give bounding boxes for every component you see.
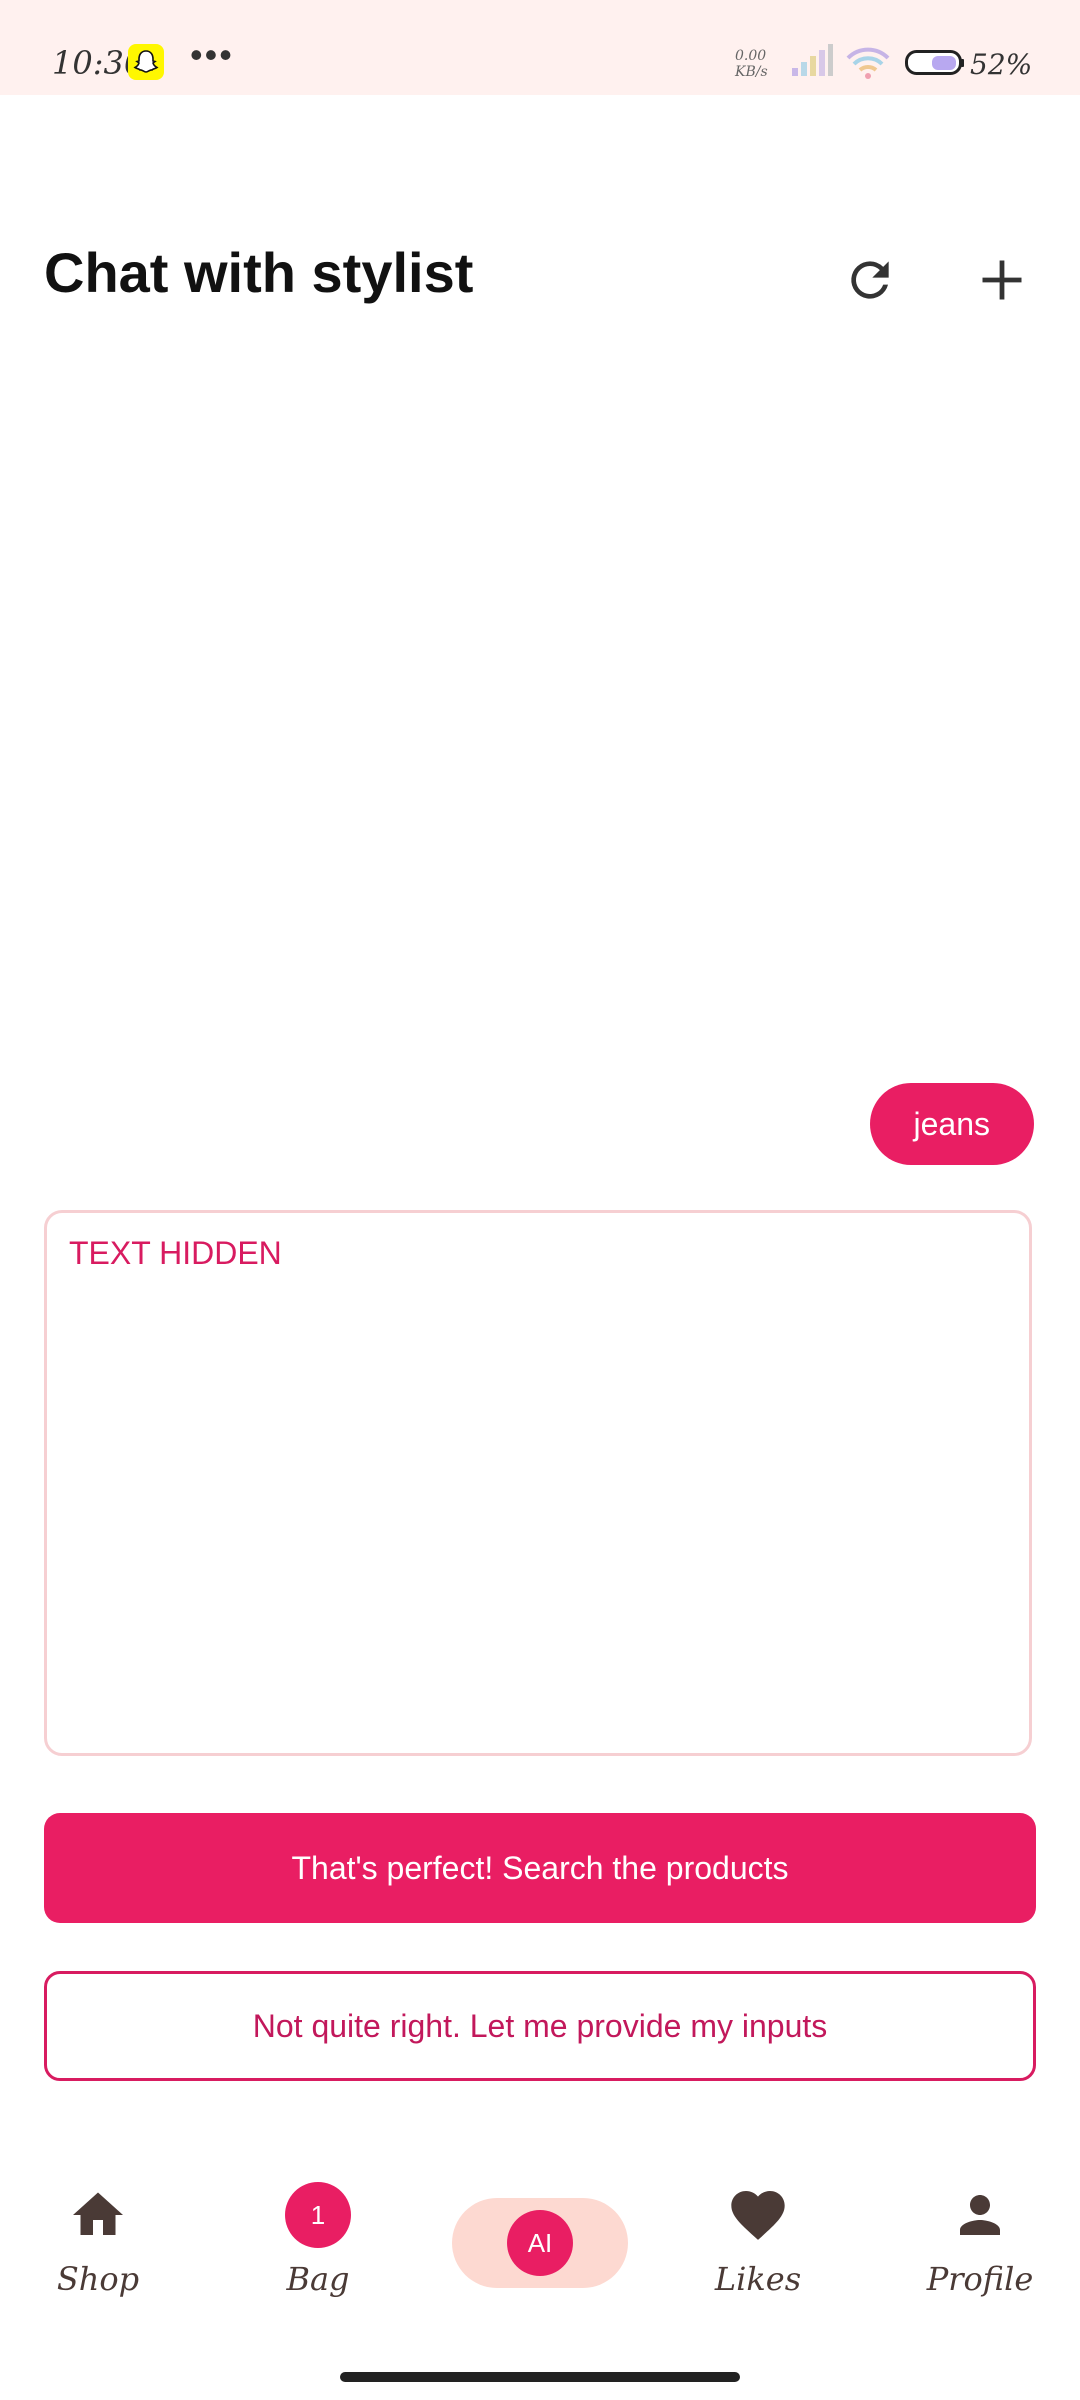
page-title: Chat with stylist [44,241,474,304]
battery-level: 52% [970,48,1033,81]
nav-item-shop[interactable]: Shop [8,2150,188,2310]
bottom-navigation: Shop 1 Bag AI Likes Profile [0,2150,1080,2350]
nav-label-likes: Likes [714,2260,802,2298]
provide-inputs-button[interactable]: Not quite right. Let me provide my input… [44,1971,1036,2081]
person-icon [960,2195,1000,2235]
refresh-button[interactable] [838,248,902,312]
network-speed: 0.00 KB/s [735,48,768,80]
search-products-button[interactable]: That's perfect! Search the products [44,1813,1036,1923]
nav-label-profile: Profile [926,2260,1034,2298]
new-chat-button[interactable] [970,248,1034,312]
screen: 10:30 ••• 0.00 KB/s 52% Chat with stylis… [0,0,1080,2400]
ai-badge: AI [507,2210,573,2276]
nav-item-ai[interactable]: AI [452,2198,628,2288]
signal-icon [790,44,834,83]
nav-item-likes[interactable]: Likes [668,2150,848,2310]
stylist-response-box: TEXT HIDDEN [44,1210,1032,1756]
more-notifications-icon: ••• [190,34,234,75]
home-indicator[interactable] [340,2372,740,2382]
home-icon [73,2192,123,2235]
nav-label-bag: Bag [286,2260,350,2298]
refresh-icon [851,261,889,299]
nav-label-shop: Shop [56,2260,140,2298]
status-bar: 10:30 ••• 0.00 KB/s 52% [0,0,1080,95]
nav-item-profile[interactable]: Profile [890,2150,1070,2310]
wifi-icon [845,46,891,85]
user-message-bubble: jeans [869,1083,1034,1165]
plus-icon [982,260,1022,300]
heart-icon [731,2191,785,2240]
snapchat-icon [128,44,164,80]
bag-count-badge: 1 [285,2182,351,2248]
stylist-response-text: TEXT HIDDEN [69,1235,282,1271]
nav-item-bag[interactable]: 1 Bag [228,2150,408,2310]
battery-icon [905,50,965,81]
